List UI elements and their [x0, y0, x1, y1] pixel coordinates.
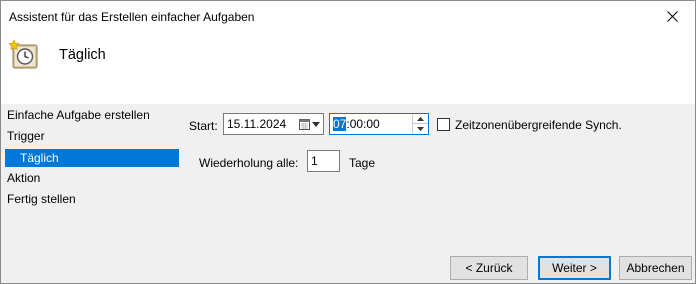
start-date-value: 15.11.2024 — [227, 117, 287, 131]
start-time-field[interactable]: 07:00:00 — [329, 113, 429, 135]
repeat-label: Wiederholung alle: — [199, 156, 299, 170]
sidebar-item-daily[interactable]: Täglich — [5, 149, 179, 167]
start-date-picker[interactable]: 15.11.2024 — [223, 113, 324, 135]
time-rest-segment[interactable]: :00:00 — [346, 117, 379, 131]
sidebar-item-action[interactable]: Aktion — [7, 171, 40, 185]
time-hour-segment[interactable]: 07 — [333, 117, 347, 131]
start-label: Start: — [189, 119, 218, 133]
repeat-interval-input[interactable]: 1 — [307, 150, 340, 172]
spin-down-button[interactable] — [413, 124, 428, 134]
calendar-icon — [298, 118, 310, 130]
time-spinner[interactable] — [412, 114, 428, 134]
repeat-interval-value: 1 — [311, 154, 318, 168]
cancel-button-label: Abbrechen — [626, 261, 685, 275]
cancel-button[interactable]: Abbrechen — [619, 256, 692, 280]
page-title: Täglich — [59, 47, 106, 63]
sidebar-item-create-task[interactable]: Einfache Aufgabe erstellen — [7, 108, 150, 122]
wizard-header: Täglich — [1, 31, 695, 104]
window-title: Assistent für das Erstellen einfacher Au… — [9, 10, 255, 24]
task-scheduler-clock-icon — [8, 39, 38, 69]
sidebar-item-trigger[interactable]: Trigger — [7, 129, 45, 143]
timezone-sync-label[interactable]: Zeitzonenübergreifende Synch. — [455, 118, 622, 132]
close-icon — [666, 10, 678, 22]
spin-up-button[interactable] — [413, 114, 428, 124]
wizard-window: Assistent für das Erstellen einfacher Au… — [0, 0, 696, 284]
sidebar-item-finish[interactable]: Fertig stellen — [7, 192, 76, 206]
next-button[interactable]: Weiter > — [538, 256, 611, 280]
start-time-value: 07:00:00 — [333, 117, 380, 131]
repeat-unit-label: Tage — [349, 156, 376, 170]
close-button[interactable] — [649, 1, 695, 31]
timezone-sync-checkbox[interactable] — [437, 118, 450, 131]
title-bar: Assistent für das Erstellen einfacher Au… — [1, 1, 695, 31]
next-button-label: Weiter > — [552, 261, 597, 275]
wizard-content: Einfache Aufgabe erstellen Trigger Tägli… — [1, 104, 695, 283]
back-button-label: < Zurück — [465, 261, 513, 275]
sidebar-item-label: Täglich — [20, 151, 59, 165]
arrow-down-icon — [417, 127, 424, 131]
back-button[interactable]: < Zurück — [450, 256, 528, 280]
arrow-up-icon — [417, 116, 424, 121]
date-picker-button[interactable] — [296, 116, 322, 132]
chevron-down-icon — [311, 121, 320, 127]
